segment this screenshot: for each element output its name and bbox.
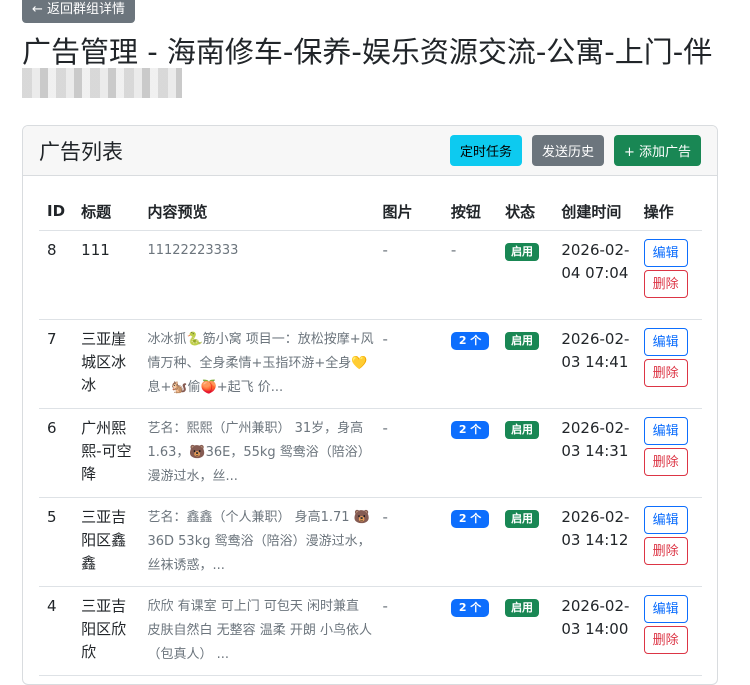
column-header-image: 图片 — [378, 192, 447, 231]
row-actions: 编辑 删除 — [639, 586, 702, 676]
buttons-count-badge: 2 个 — [450, 510, 490, 528]
row-id: 8 — [39, 230, 78, 320]
column-header-actions: 操作 — [639, 192, 702, 231]
status-badge: 启用 — [505, 243, 540, 261]
edit-button[interactable]: 编辑 — [643, 417, 688, 445]
row-title: 111 — [77, 230, 144, 320]
status-badge: 启用 — [505, 332, 540, 350]
column-header-buttons: 按钮 — [446, 192, 502, 231]
row-actions: 编辑 删除 — [639, 408, 702, 498]
row-buttons: - — [446, 230, 502, 320]
edit-button[interactable]: 编辑 — [643, 506, 688, 534]
row-content-preview: 冰冰抓🐍筋小窝 项目一：放松按摩+风情万种、全身柔情+玉指环游+全身💛息+🐿️偷… — [143, 319, 379, 409]
row-created-time: 2026-02-04 07:04 — [557, 230, 640, 320]
row-created-time: 2026-02-03 14:00 — [557, 586, 640, 676]
delete-button[interactable]: 删除 — [643, 359, 688, 387]
send-history-button[interactable]: 发送历史 — [531, 135, 604, 166]
column-header-status: 状态 — [501, 192, 558, 231]
add-ad-button[interactable]: + 添加广告 — [613, 135, 701, 166]
table-row: 8 111 11122223333 - - 启用 2026-02-04 07:0… — [39, 230, 702, 320]
card-header: 广告列表 定时任务 发送历史 + 添加广告 — [23, 126, 717, 176]
row-image: - — [378, 230, 447, 320]
row-image: - — [378, 497, 447, 587]
card-title: 广告列表 — [39, 139, 123, 164]
scheduled-tasks-button[interactable]: 定时任务 — [449, 135, 522, 166]
redacted-title-continuation — [22, 68, 182, 98]
edit-button[interactable]: 编辑 — [643, 239, 688, 267]
column-header-content: 内容预览 — [143, 192, 379, 231]
row-id: 6 — [39, 408, 78, 498]
row-status: 启用 — [501, 586, 558, 676]
table-row: 7 三亚崖城区冰冰 冰冰抓🐍筋小窝 项目一：放松按摩+风情万种、全身柔情+玉指环… — [39, 319, 702, 409]
edit-button[interactable]: 编辑 — [643, 328, 688, 356]
row-content-preview: 11122223333 — [143, 230, 379, 320]
status-badge: 启用 — [505, 599, 540, 617]
column-header-id: ID — [39, 192, 78, 231]
row-title: 三亚吉阳区欣欣 — [77, 586, 144, 676]
row-actions: 编辑 删除 — [639, 230, 702, 320]
row-actions: 编辑 删除 — [639, 319, 702, 409]
row-image: - — [378, 319, 447, 409]
back-to-group-button[interactable]: ← 返回群组详情 — [22, 0, 136, 23]
row-title: 三亚吉阳区鑫鑫 — [77, 497, 144, 587]
ads-table: ID 标题 内容预览 图片 按钮 状态 创建时间 操作 8 111 111222… — [39, 192, 702, 676]
row-title: 三亚崖城区冰冰 — [77, 319, 144, 409]
row-buttons: 2 个 — [446, 586, 502, 676]
delete-button[interactable]: 删除 — [643, 626, 688, 654]
row-created-time: 2026-02-03 14:31 — [557, 408, 640, 498]
buttons-count-badge: 2 个 — [450, 421, 490, 439]
row-status: 启用 — [501, 230, 558, 320]
row-title: 广州熙熙-可空降 — [77, 408, 144, 498]
delete-button[interactable]: 删除 — [643, 270, 688, 298]
row-buttons: 2 个 — [446, 408, 502, 498]
row-content-preview: 艺名：熙熙（广州兼职） 31岁，身高1.63，🐻36E，55kg 鸳鸯浴（陪浴）… — [143, 408, 379, 498]
row-content-preview: 欣欣 有课室 可上门 可包天 闲时兼直 皮肤自然白 无整容 温柔 开朗 小鸟依人… — [143, 586, 379, 676]
buttons-count-badge: 2 个 — [450, 599, 490, 617]
row-content-preview: 艺名：鑫鑫（个人兼职） 身高1.71 🐻36D 53kg 鸳鸯浴（陪浴）漫游过水… — [143, 497, 379, 587]
status-badge: 启用 — [505, 510, 540, 528]
row-status: 启用 — [501, 319, 558, 409]
ads-card: 广告列表 定时任务 发送历史 + 添加广告 ID 标题 内容预览 图片 按钮 状… — [22, 125, 718, 685]
row-image: - — [378, 408, 447, 498]
status-badge: 启用 — [505, 421, 540, 439]
row-status: 启用 — [501, 408, 558, 498]
column-header-created: 创建时间 — [557, 192, 640, 231]
row-buttons: 2 个 — [446, 497, 502, 587]
table-row: 5 三亚吉阳区鑫鑫 艺名：鑫鑫（个人兼职） 身高1.71 🐻36D 53kg 鸳… — [39, 497, 702, 587]
row-created-time: 2026-02-03 14:41 — [557, 319, 640, 409]
row-id: 4 — [39, 586, 78, 676]
row-id: 5 — [39, 497, 78, 587]
table-row: 6 广州熙熙-可空降 艺名：熙熙（广州兼职） 31岁，身高1.63，🐻36E，5… — [39, 408, 702, 498]
buttons-count-badge: 2 个 — [450, 332, 490, 350]
delete-button[interactable]: 删除 — [643, 448, 688, 476]
row-status: 启用 — [501, 497, 558, 587]
delete-button[interactable]: 删除 — [643, 537, 688, 565]
row-actions: 编辑 删除 — [639, 497, 702, 587]
buttons-value: - — [450, 241, 457, 259]
column-header-title: 标题 — [77, 192, 144, 231]
row-created-time: 2026-02-03 14:12 — [557, 497, 640, 587]
row-image: - — [378, 586, 447, 676]
table-header-row: ID 标题 内容预览 图片 按钮 状态 创建时间 操作 — [39, 192, 702, 231]
edit-button[interactable]: 编辑 — [643, 595, 688, 623]
row-buttons: 2 个 — [446, 319, 502, 409]
row-id: 7 — [39, 319, 78, 409]
table-row: 4 三亚吉阳区欣欣 欣欣 有课室 可上门 可包天 闲时兼直 皮肤自然白 无整容 … — [39, 586, 702, 676]
